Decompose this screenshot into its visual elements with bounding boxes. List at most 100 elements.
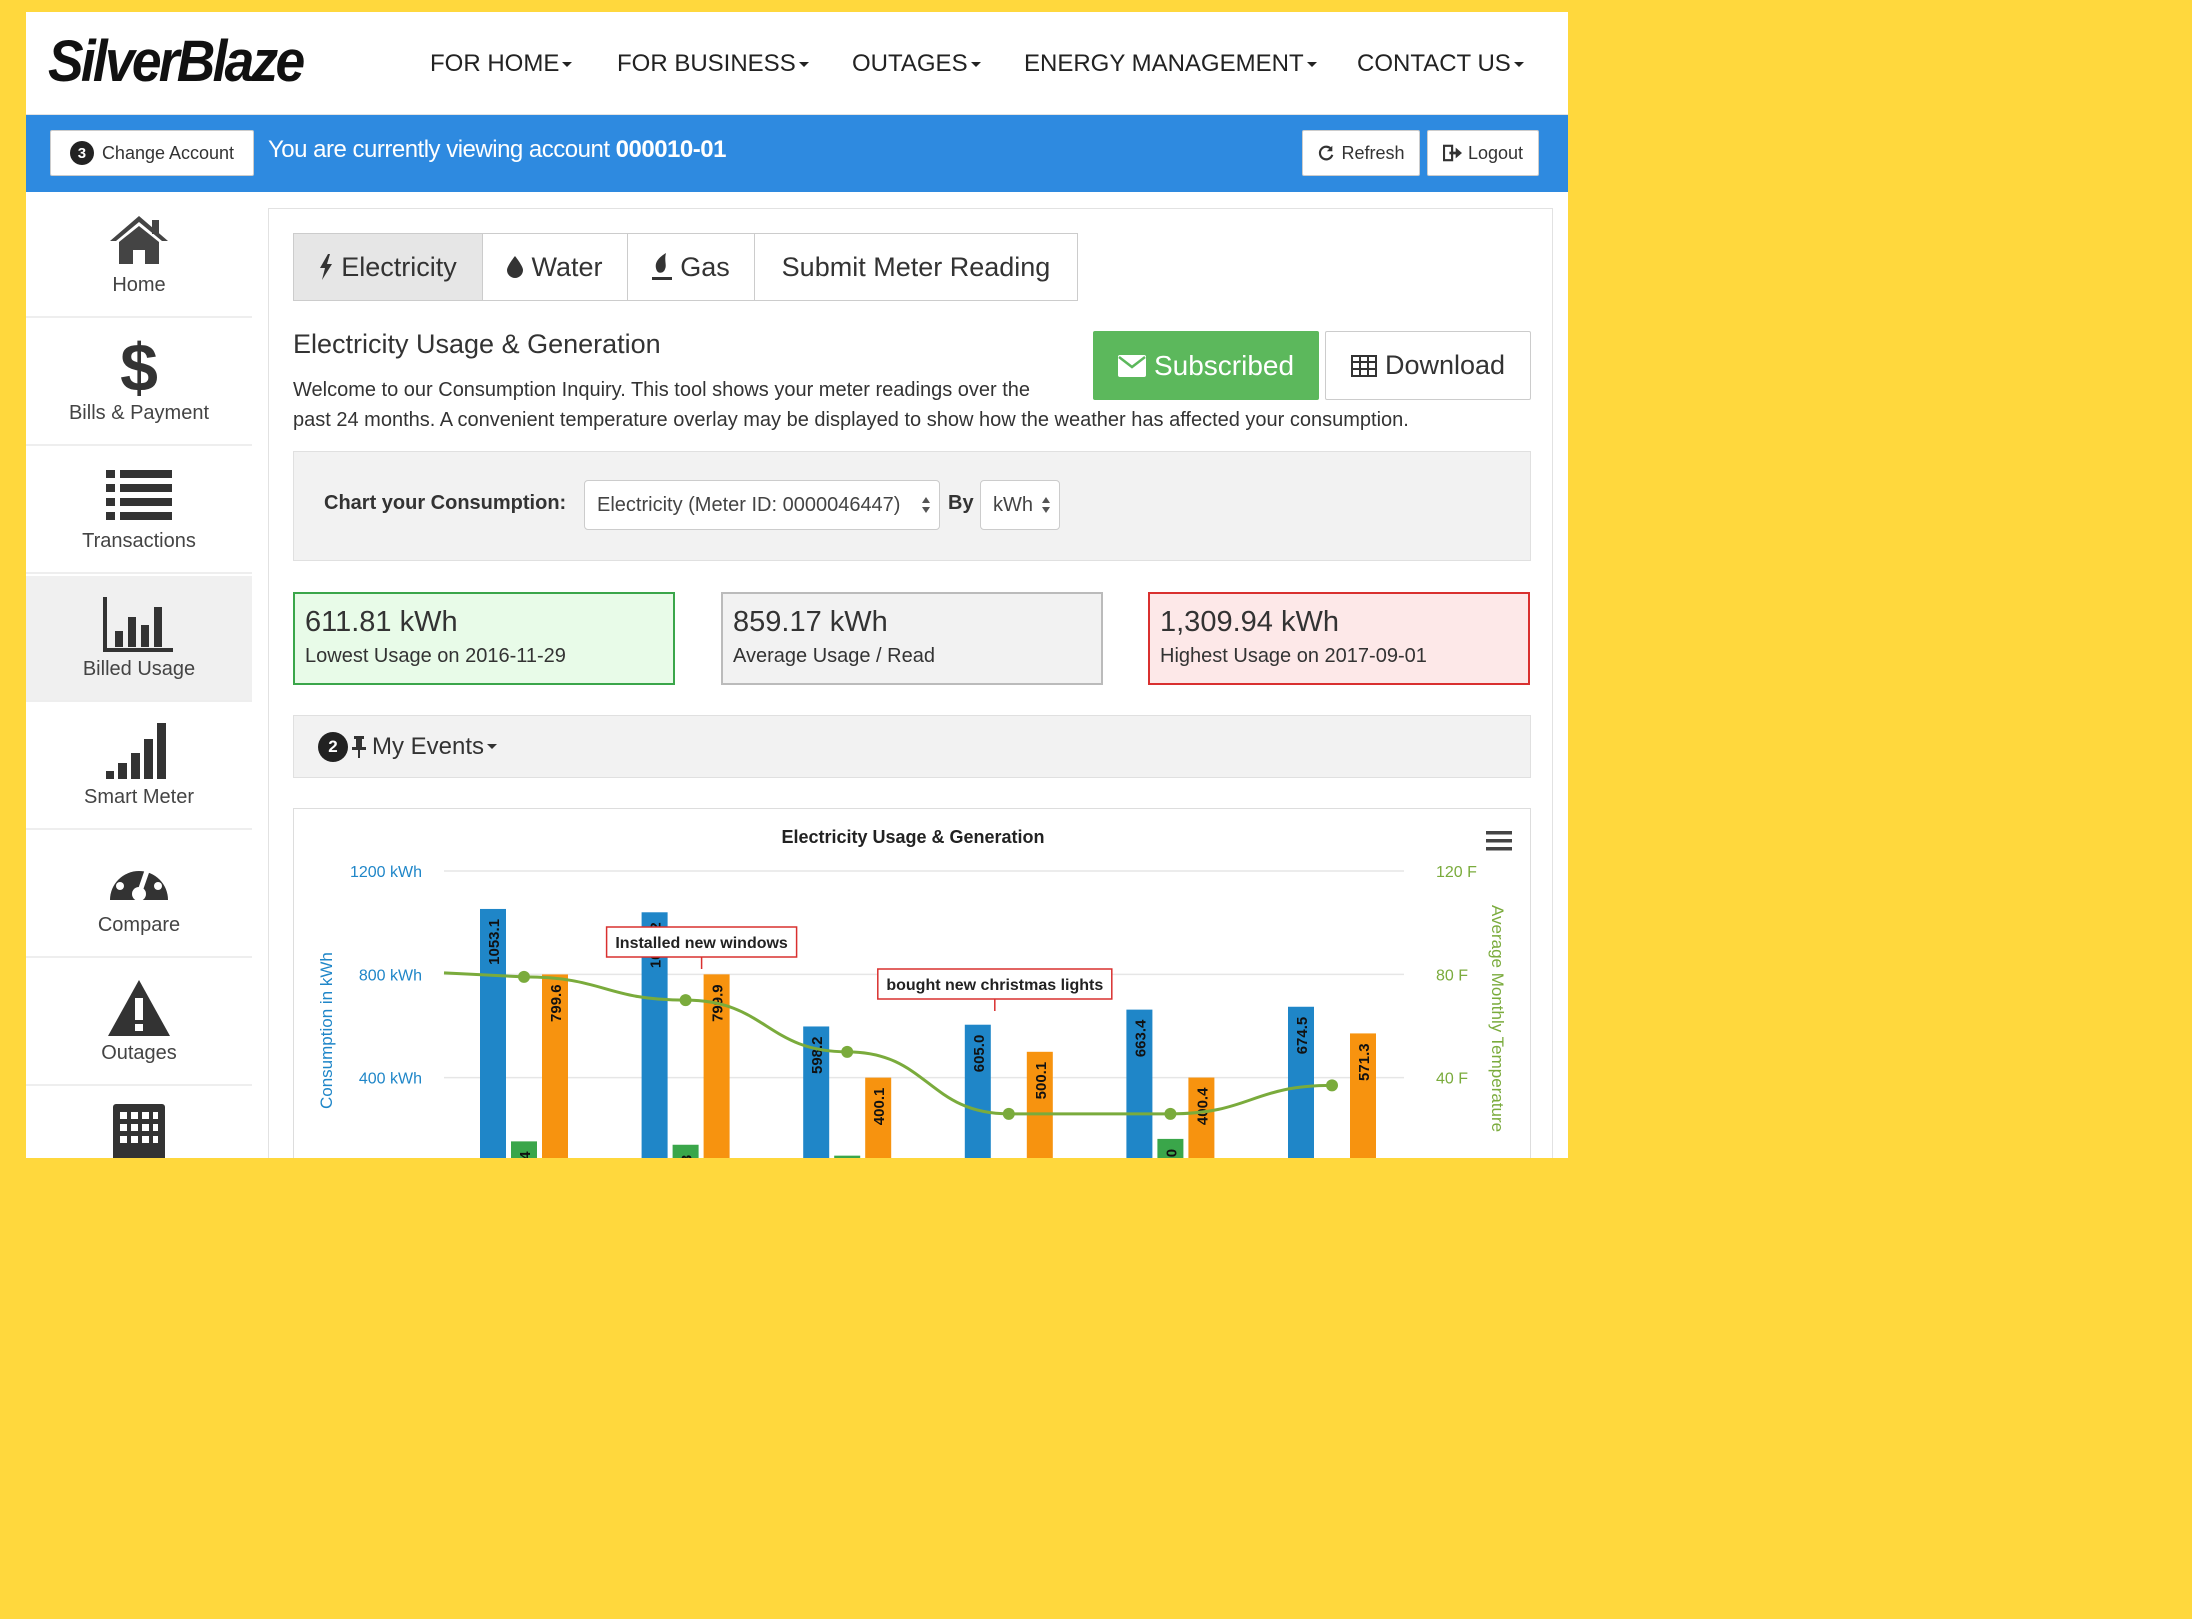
data-label: 674.5 <box>1294 1017 1311 1055</box>
select-arrows-icon <box>1042 497 1050 513</box>
stat-value: 1,309.94 kWh <box>1160 606 1339 638</box>
change-account-label: Change Account <box>101 142 235 163</box>
caret-down-icon <box>1306 62 1317 68</box>
temperature-point <box>518 970 530 983</box>
data-label: 500.1 <box>1033 1062 1050 1100</box>
y2-axis-title: Average Monthly Temperature <box>1488 905 1507 1132</box>
account-viewing-text: You are currently viewing account 000010… <box>268 136 726 164</box>
average-usage-card: 859.17 kWh Average Usage / Read <box>721 592 1103 685</box>
highest-usage-card: 1,309.94 kWh Highest Usage on 2017-09-01 <box>1148 592 1530 685</box>
data-label: 598.2 <box>809 1036 826 1074</box>
data-label: 1053.1 <box>486 919 503 965</box>
y-axis-title: Consumption in kWh <box>317 952 336 1109</box>
temperature-point <box>841 1045 854 1058</box>
chart-menu-icon[interactable] <box>1486 831 1512 851</box>
signal-icon <box>26 722 252 782</box>
sidebar-item-billed-usage[interactable]: Billed Usage <box>26 576 252 702</box>
sidebar-item-outages[interactable]: Outages <box>26 960 252 1086</box>
tab-electricity[interactable]: Electricity <box>293 233 483 301</box>
sidebar-item-compare[interactable]: Compare <box>26 832 252 958</box>
sidebar-item-label: Smart Meter <box>83 786 195 808</box>
green-bar <box>834 1155 861 1158</box>
sidebar-item-calculator[interactable] <box>26 1088 252 1158</box>
sidebar-item-smart-meter[interactable]: Smart Meter <box>26 704 252 830</box>
tab-label: Gas <box>680 251 730 282</box>
calculator-icon <box>26 1104 252 1158</box>
caret-down-icon <box>798 62 809 68</box>
envelope-icon <box>1117 354 1146 377</box>
lowest-usage-card: 611.81 kWh Lowest Usage on 2016-11-29 <box>293 592 675 685</box>
top-header: SilverBlaze FOR HOME FOR BUSINESS OUTAGE… <box>26 12 1568 115</box>
usage-chart: Electricity Usage & Generation Consumpti… <box>293 808 1531 1158</box>
nav-label: ENERGY MANAGEMENT <box>1024 50 1304 77</box>
data-label: 153.4 <box>517 1151 534 1158</box>
unit-select[interactable]: kWh <box>980 480 1060 530</box>
sidebar-item-label: Home <box>112 274 166 296</box>
sidebar-item-home[interactable]: Home <box>26 192 252 318</box>
dollar-icon: $ <box>120 330 158 406</box>
sidebar-item-label: Outages <box>101 1042 177 1064</box>
caret-down-icon <box>487 744 498 749</box>
logout-button[interactable]: Logout <box>1427 130 1539 176</box>
sidebar: Home $ Bills & Payment Transactions Bill… <box>26 192 252 1158</box>
refresh-icon <box>1319 145 1334 161</box>
tab-submit-meter-reading[interactable]: Submit Meter Reading <box>754 233 1078 301</box>
chart-consumption-form: Chart your Consumption: Electricity (Met… <box>293 451 1531 561</box>
nav-energy-management[interactable]: ENERGY MANAGEMENT <box>1024 50 1317 78</box>
page-title: Electricity Usage & Generation <box>293 329 661 359</box>
caret-down-icon <box>562 62 573 68</box>
nav-outages[interactable]: OUTAGES <box>852 50 981 78</box>
bar-chart-icon <box>26 594 252 654</box>
by-label: By <box>948 492 974 514</box>
sidebar-item-label: Bills & Payment <box>68 402 210 424</box>
sidebar-item-label: Transactions <box>82 530 196 552</box>
viewing-prefix: You are currently viewing account <box>268 136 616 163</box>
change-account-button[interactable]: 3 Change Account <box>50 130 254 176</box>
account-count-badge: 3 <box>69 141 94 165</box>
refresh-button[interactable]: Refresh <box>1302 130 1420 176</box>
sidebar-item-bills-payment[interactable]: $ Bills & Payment <box>26 320 252 446</box>
caret-down-icon <box>1513 62 1524 68</box>
temperature-point <box>1002 1107 1015 1120</box>
nav-label: CONTACT US <box>1357 50 1511 77</box>
dashboard-icon <box>26 850 252 910</box>
table-icon <box>1350 354 1377 377</box>
tab-water[interactable]: Water <box>482 233 628 301</box>
stat-caption: Average Usage / Read <box>733 645 935 667</box>
nav-contact-us[interactable]: CONTACT US <box>1357 50 1524 78</box>
stat-caption: Lowest Usage on 2016-11-29 <box>305 645 566 667</box>
logout-label: Logout <box>1467 142 1524 163</box>
nav-for-business[interactable]: FOR BUSINESS <box>617 50 809 78</box>
nav-label: OUTAGES <box>852 50 968 77</box>
tab-label: Electricity <box>341 251 457 282</box>
list-icon <box>26 466 252 526</box>
tab-label: Submit Meter Reading <box>781 251 1051 282</box>
home-icon <box>26 210 252 270</box>
refresh-label: Refresh <box>1341 142 1405 163</box>
my-events-label: My Events <box>372 732 485 760</box>
unit-select-value: kWh <box>993 493 1033 516</box>
y2-tick-label: 40 F <box>1436 1071 1468 1088</box>
data-label: 799.6 <box>548 984 565 1022</box>
description-spacer <box>1049 375 1513 403</box>
caret-down-icon <box>970 62 981 68</box>
nav-for-home[interactable]: FOR HOME <box>430 50 573 78</box>
my-events-toggle[interactable]: 2 My Events <box>293 715 1531 778</box>
temperature-point <box>679 994 692 1007</box>
tab-gas[interactable]: Gas <box>627 233 755 301</box>
sidebar-item-transactions[interactable]: Transactions <box>26 448 252 574</box>
chart-title: Electricity Usage & Generation <box>781 827 1044 847</box>
y-tick-label: 800 kWh <box>359 967 422 984</box>
y-tick-label: 1200 kWh <box>350 864 422 881</box>
stat-value: 859.17 kWh <box>733 606 888 638</box>
silverblaze-logo[interactable]: SilverBlaze <box>48 28 305 95</box>
bolt-icon <box>320 254 333 280</box>
data-label: 400.1 <box>871 1088 888 1126</box>
annotation-label: Installed new windows <box>615 935 788 952</box>
meter-select[interactable]: Electricity (Meter ID: 0000046447) <box>584 480 940 530</box>
select-arrows-icon <box>922 497 930 513</box>
pin-icon <box>352 735 366 758</box>
sidebar-item-label: Compare <box>97 914 181 936</box>
temperature-point <box>1326 1079 1338 1092</box>
data-label: 400.4 <box>1194 1087 1211 1125</box>
